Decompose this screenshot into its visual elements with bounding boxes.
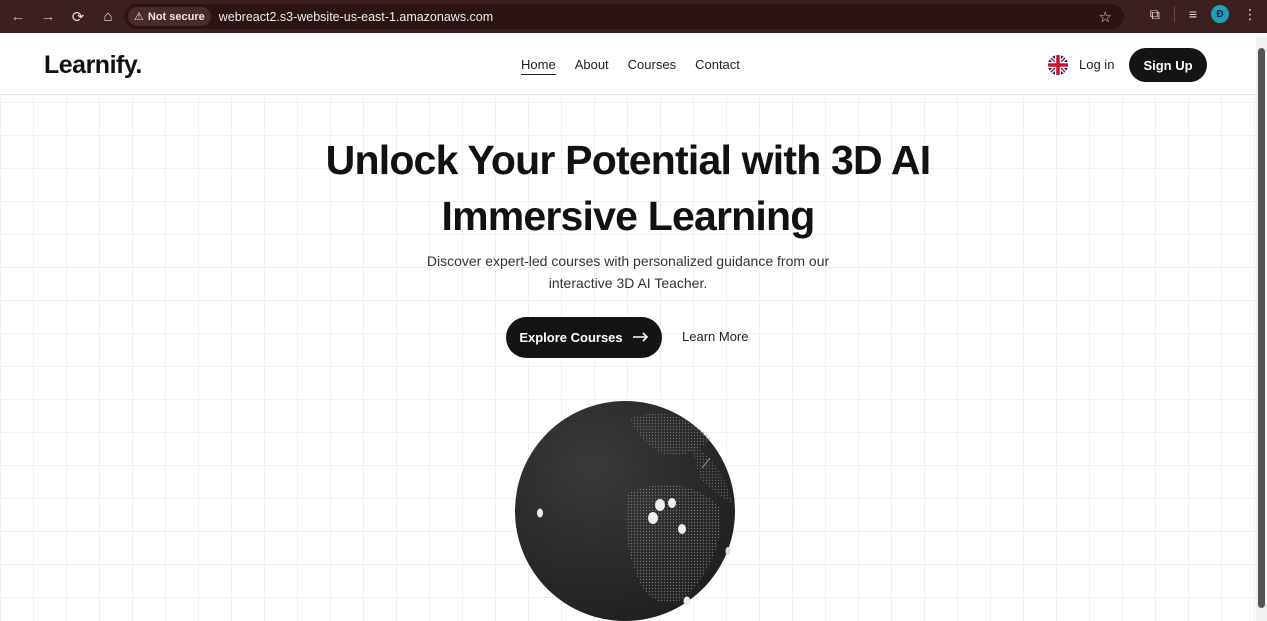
signup-button[interactable]: Sign Up — [1129, 48, 1207, 82]
globe-marker — [725, 547, 731, 555]
nav-home-link[interactable]: Home — [521, 57, 556, 75]
nav-about-link[interactable]: About — [575, 57, 609, 75]
warning-icon: ⚠ — [134, 11, 144, 23]
explore-courses-label: Explore Courses — [519, 330, 623, 345]
scrollbar-thumb[interactable] — [1258, 48, 1265, 608]
globe-marker — [537, 508, 543, 518]
site-logo[interactable]: Learnify. — [44, 51, 142, 80]
security-indicator[interactable]: ⚠ Not secure — [128, 7, 211, 26]
learn-more-button[interactable]: Learn More — [682, 329, 748, 344]
toolbar-divider — [1173, 6, 1175, 22]
globe-marker — [683, 596, 691, 606]
hero-title-line1: Unlock Your Potential with 3D AI — [325, 137, 931, 183]
hero-subtitle-line2: interactive 3D AI Teacher. — [548, 275, 708, 291]
main-nav: Home About Courses Contact — [521, 57, 740, 75]
globe-marker — [668, 498, 676, 508]
home-icon[interactable]: ⌂ — [96, 5, 120, 29]
address-bar[interactable]: ⚠ Not secure webreact2.s3-website-us-eas… — [124, 4, 1124, 29]
more-menu-icon[interactable]: ⋮ — [1243, 6, 1257, 23]
browser-toolbar: ← → ⟳ ⌂ ⚠ Not secure webreact2.s3-websit… — [0, 0, 1267, 33]
security-label: Not secure — [147, 10, 205, 23]
globe-marker — [678, 524, 686, 534]
hero-subtitle-line1: Discover expert-led courses with persona… — [426, 253, 830, 269]
hero-subtitle: Discover expert-led courses with persona… — [0, 250, 1256, 294]
hero-title-line2: Immersive Learning — [441, 193, 816, 239]
hero-title: Unlock Your Potential with 3D AI Immersi… — [0, 132, 1256, 244]
site-header: Learnify. Home About Courses Contact Log… — [0, 36, 1256, 95]
globe-marker — [648, 512, 658, 524]
page-viewport: Learnify. Home About Courses Contact Log… — [0, 36, 1256, 621]
arrow-right-icon — [632, 330, 649, 345]
globe-marker — [655, 499, 665, 511]
explore-courses-button[interactable]: Explore Courses — [506, 317, 662, 358]
nav-contact-link[interactable]: Contact — [695, 57, 740, 75]
profile-avatar[interactable]: Đ — [1211, 5, 1229, 23]
extensions-icon[interactable]: ⧉ — [1150, 6, 1160, 23]
back-icon[interactable]: ← — [6, 5, 30, 29]
globe-3d-visual[interactable] — [510, 398, 740, 621]
reload-icon[interactable]: ⟳ — [66, 5, 90, 29]
login-link[interactable]: Log in — [1079, 57, 1114, 72]
page-scrollbar[interactable] — [1256, 36, 1267, 621]
nav-courses-link[interactable]: Courses — [628, 57, 676, 75]
forward-icon[interactable]: → — [36, 5, 60, 29]
url-text[interactable]: webreact2.s3-website-us-east-1.amazonaws… — [219, 10, 493, 24]
media-control-icon[interactable]: ≡ — [1189, 6, 1197, 22]
bookmark-star-icon[interactable]: ☆ — [1099, 8, 1112, 26]
uk-flag-icon[interactable] — [1048, 55, 1068, 75]
